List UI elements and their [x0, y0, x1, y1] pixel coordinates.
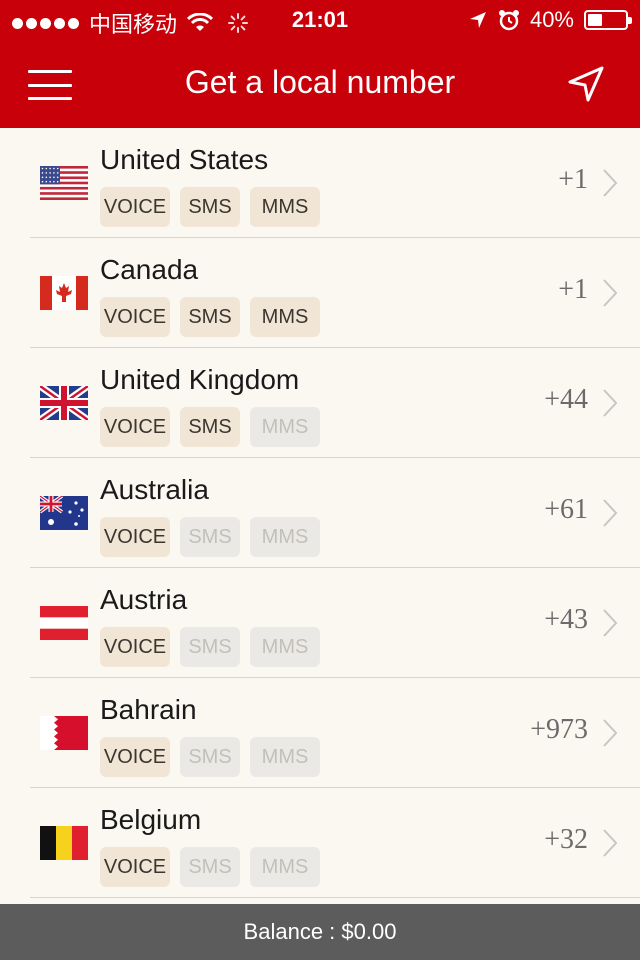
capability-badges: VOICE SMS MMS — [100, 737, 320, 777]
sms-badge: SMS — [180, 297, 240, 337]
country-row[interactable]: United Kingdom VOICE SMS MMS +44 — [0, 348, 640, 458]
country-name: Australia — [100, 474, 209, 505]
chevron-right-icon — [603, 279, 618, 307]
sms-badge: SMS — [180, 847, 240, 887]
country-list: United States VOICE SMS MMS +1 Canada VO… — [0, 128, 640, 904]
battery-icon — [584, 10, 632, 30]
status-bar: 中国移动 21:01 40% — [0, 0, 640, 40]
capability-badges: VOICE SMS MMS — [100, 517, 320, 557]
australia-flag-icon — [40, 496, 88, 530]
sms-badge: SMS — [180, 627, 240, 667]
country-name: United Kingdom — [100, 364, 300, 395]
country-row[interactable]: Belgium VOICE SMS MMS +32 — [0, 788, 640, 898]
capability-badges: VOICE SMS MMS — [100, 847, 320, 887]
header: 中国移动 21:01 40% Get a local number — [0, 0, 640, 128]
uk-flag-icon — [40, 386, 88, 420]
mms-badge: MMS — [250, 187, 320, 227]
dial-code: +61 — [544, 494, 588, 525]
country-row[interactable]: Canada VOICE SMS MMS +1 — [0, 238, 640, 348]
us-flag-icon — [40, 166, 88, 200]
austria-flag-icon — [40, 606, 88, 640]
voice-badge: VOICE — [100, 627, 170, 667]
chevron-right-icon — [603, 169, 618, 197]
dial-code: +44 — [544, 384, 588, 415]
mms-badge: MMS — [250, 407, 320, 447]
mms-badge: MMS — [250, 297, 320, 337]
sms-badge: SMS — [180, 737, 240, 777]
alarm-clock-icon — [498, 10, 519, 31]
chevron-right-icon — [603, 829, 618, 857]
canada-flag-icon — [40, 276, 88, 310]
capability-badges: VOICE SMS MMS — [100, 297, 320, 337]
chevron-right-icon — [603, 719, 618, 747]
voice-badge: VOICE — [100, 407, 170, 447]
dial-code: +1 — [558, 274, 588, 305]
balance-footer: Balance : $0.00 — [0, 904, 640, 960]
battery-fill — [588, 14, 603, 26]
chevron-right-icon — [603, 609, 618, 637]
location-services-icon — [469, 12, 486, 28]
country-row[interactable]: Australia VOICE SMS MMS +61 — [0, 458, 640, 568]
capability-badges: VOICE SMS MMS — [100, 407, 320, 447]
mms-badge: MMS — [250, 737, 320, 777]
capability-badges: VOICE SMS MMS — [100, 187, 320, 227]
country-row[interactable]: United States VOICE SMS MMS +1 — [0, 128, 640, 238]
voice-badge: VOICE — [100, 737, 170, 777]
dial-code: +32 — [544, 824, 588, 855]
voice-badge: VOICE — [100, 517, 170, 557]
page-title: Get a local number — [184, 64, 456, 100]
belgium-flag-icon — [40, 826, 88, 860]
chevron-right-icon — [603, 389, 618, 417]
sms-badge: SMS — [180, 407, 240, 447]
voice-badge: VOICE — [100, 187, 170, 227]
location-arrow-icon[interactable] — [566, 64, 606, 104]
country-name: Canada — [100, 254, 199, 285]
country-row[interactable]: Austria VOICE SMS MMS +43 — [0, 568, 640, 678]
dial-code: +1 — [558, 164, 588, 195]
dial-code: +973 — [530, 714, 588, 745]
mms-badge: MMS — [250, 517, 320, 557]
mms-badge: MMS — [250, 627, 320, 667]
country-row[interactable]: Bahrain VOICE SMS MMS +973 — [0, 678, 640, 788]
sms-badge: SMS — [180, 187, 240, 227]
status-right: 40% — [468, 7, 632, 33]
chevron-right-icon — [603, 499, 618, 527]
battery-percent: 40% — [529, 7, 574, 32]
country-name: United States — [100, 144, 269, 175]
dial-code: +43 — [544, 604, 588, 635]
country-name: Bahrain — [100, 694, 197, 725]
voice-badge: VOICE — [100, 297, 170, 337]
country-name: Belgium — [100, 804, 202, 835]
voice-badge: VOICE — [100, 847, 170, 887]
capability-badges: VOICE SMS MMS — [100, 627, 320, 667]
row-divider — [30, 897, 640, 898]
nav-bar: Get a local number — [0, 40, 640, 128]
bahrain-flag-icon — [40, 716, 88, 750]
mms-badge: MMS — [250, 847, 320, 887]
country-name: Austria — [100, 584, 188, 615]
sms-badge: SMS — [180, 517, 240, 557]
